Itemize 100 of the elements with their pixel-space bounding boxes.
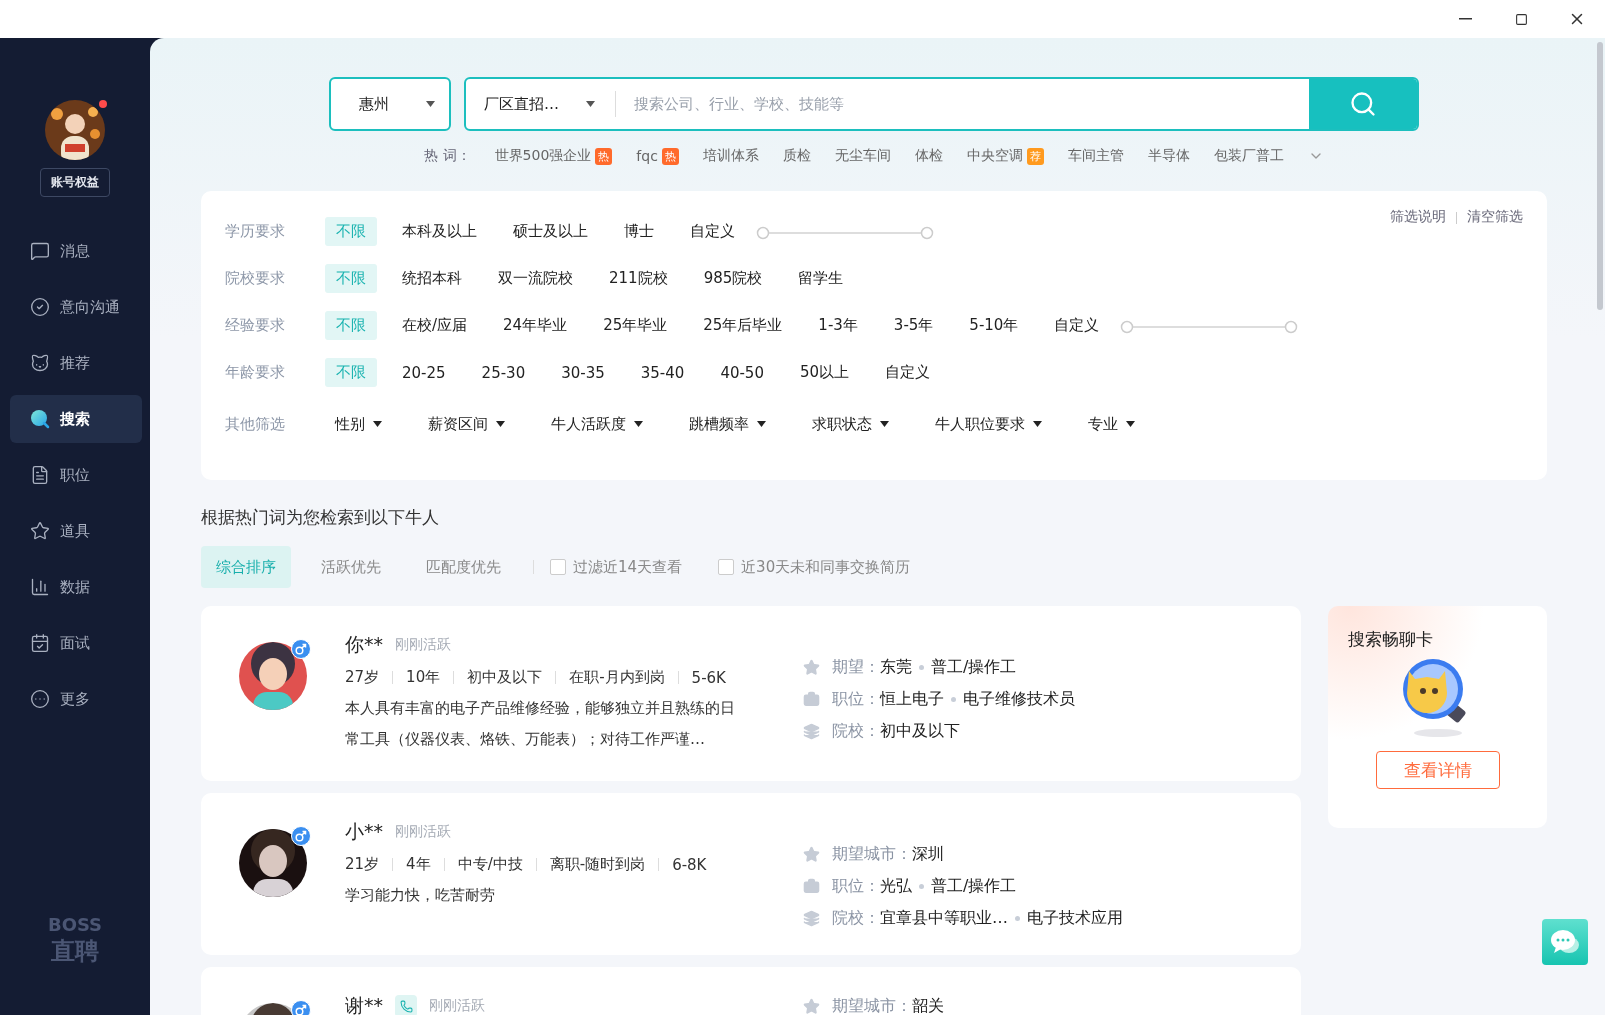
candidate-fact: 在职-月内到岗 (569, 668, 665, 687)
hot-word-link[interactable]: fqc (636, 148, 658, 164)
caret-icon (880, 421, 889, 427)
filter-option[interactable]: 25年毕业 (592, 311, 679, 340)
sidebar-label: 面试 (60, 633, 90, 653)
caret-icon (426, 101, 435, 107)
account-button[interactable]: 账号权益 (40, 168, 110, 197)
hot-word-link[interactable]: 包装厂普工 (1213, 147, 1284, 165)
sidebar-label: 职位 (60, 465, 90, 485)
filter-option[interactable]: 25-30 (470, 358, 537, 387)
star-icon (30, 521, 50, 541)
filter-option[interactable]: 985院校 (692, 264, 774, 293)
filter-option[interactable]: 35-40 (629, 358, 696, 387)
cat-icon (30, 353, 50, 373)
chat-button[interactable] (1542, 919, 1588, 965)
sidebar-item[interactable]: 数据 (10, 563, 142, 611)
logo-text: BOSS (47, 914, 103, 935)
filter-dropdown[interactable]: 性别 (325, 414, 382, 434)
filter-option[interactable]: 双一流院校 (487, 264, 584, 293)
scrollbar[interactable] (1597, 42, 1603, 310)
filter-link[interactable]: 筛选说明 (1390, 208, 1446, 226)
filter-option[interactable]: 211院校 (598, 264, 679, 293)
filter-option[interactable]: 留学生 (787, 264, 855, 293)
sidebar-label: 消息 (60, 241, 90, 261)
candidate-name: 小** (345, 819, 383, 844)
candidate-card[interactable]: 谢** 刚刚活跃 期望城市：韶关 (201, 967, 1301, 1015)
range-slider[interactable] (1120, 318, 1299, 333)
briefcase-icon (803, 690, 820, 708)
filter-option[interactable]: 本科及以上 (391, 217, 488, 246)
filter-option[interactable]: 20-25 (391, 358, 457, 387)
filter-option[interactable]: 25年后毕业 (692, 311, 794, 340)
check-circle-icon (30, 297, 50, 317)
filter-option[interactable]: 统招本科 (391, 264, 473, 293)
filter-option[interactable]: 硕士及以上 (502, 217, 599, 246)
caret-icon (757, 421, 766, 427)
filter-dropdown[interactable]: 专业 (1078, 414, 1135, 434)
detail-value: 初中及以下 (880, 720, 960, 742)
filter-option[interactable]: 在校/应届 (391, 311, 479, 340)
filter-option[interactable]: 50以上 (788, 358, 861, 387)
hot-word-link[interactable]: 车间主管 (1067, 147, 1124, 165)
candidate-card[interactable]: 小** 刚刚活跃 21岁 4年 中专/中技 离职-随时到岗 6-8K 学习能力快，吃苦耐劳 期望城市：深圳 职位：光弘 普工/操作工 院校：宜章县中等职业… 电子技术应用 (201, 793, 1301, 955)
filter-option[interactable]: 1-3年 (807, 311, 869, 340)
hot-word-link[interactable]: 体检 (914, 147, 943, 165)
filter-option[interactable]: 自定义 (874, 358, 942, 387)
filter-option[interactable]: 24年毕业 (492, 311, 579, 340)
filter-option[interactable]: 5-10年 (958, 311, 1030, 340)
filter-option[interactable]: 40-50 (709, 358, 775, 387)
sidebar-item[interactable]: 意向沟通 (10, 283, 142, 331)
search-field[interactable]: 厂区直招… 搜索公司、行业、学校、技能等 (464, 77, 1419, 131)
detail-value: 深圳 (912, 843, 944, 865)
detail-label: 期望： (832, 656, 880, 678)
filter-option[interactable]: 博士 (613, 217, 665, 246)
hot-word-link[interactable]: 世界500强企业 (494, 147, 592, 165)
male-icon (291, 826, 311, 846)
male-icon (291, 639, 311, 659)
filter-option[interactable]: 自定义 (679, 217, 746, 246)
sidebar-label: 推荐 (60, 353, 90, 373)
filter-dropdown[interactable]: 跳槽频率 (679, 414, 766, 434)
sidebar-label: 数据 (60, 577, 90, 597)
sidebar-item[interactable]: 面试 (10, 619, 142, 667)
logo-text: 直聘 (51, 936, 99, 967)
filter-dropdown[interactable]: 牛人职位要求 (925, 414, 1042, 434)
checkbox[interactable] (718, 559, 735, 575)
detail-value: 电子技术应用 (1027, 907, 1123, 929)
hot-word-link[interactable]: 无尘车间 (834, 147, 891, 165)
filter-dropdown[interactable]: 牛人活跃度 (541, 414, 643, 434)
search-button[interactable] (1309, 79, 1417, 129)
sidebar-item[interactable]: 消息 (10, 227, 142, 275)
sidebar-item[interactable]: 职位 (10, 451, 142, 499)
layers-icon (803, 722, 820, 740)
hot-word-link[interactable]: 质检 (782, 147, 811, 165)
detail-value: 宜章县中等职业… (880, 907, 1008, 929)
detail-label: 职位： (832, 688, 880, 710)
filter-dropdown[interactable]: 薪资区间 (418, 414, 505, 434)
checkbox[interactable] (550, 559, 566, 575)
filter-option[interactable]: 3-5年 (882, 311, 945, 340)
candidate-card[interactable]: 你** 刚刚活跃 27岁 10年 初中及以下 在职-月内到岗 5-6K 本人具有丰富的电子产品维修经验，能够独立并且熟练的日常工具（仪器仪表、烙铁、万能表）；对待工作严谨… 期望：东莞 普工/操作工 职位：恒上电子 电子维修技术员 院校：初中及以下 (201, 606, 1301, 781)
sidebar-label: 更多 (60, 689, 90, 709)
hot-word-link[interactable]: 半导体 (1147, 147, 1190, 165)
candidate-fact: 27岁 (345, 668, 380, 687)
candidate-name: 谢** (345, 993, 383, 1015)
hot-word-link[interactable]: 中央空调 (966, 147, 1023, 165)
hot-word-link[interactable]: 培训体系 (702, 147, 759, 165)
filter-label: 院校要求 (225, 269, 286, 288)
range-slider[interactable] (756, 224, 934, 239)
detail-value: 电子维修技术员 (963, 688, 1075, 710)
caret-icon (634, 421, 643, 427)
filter-option[interactable]: 自定义 (1043, 311, 1111, 340)
sidebar-item[interactable]: 搜索 (10, 395, 142, 443)
message-icon (30, 241, 50, 261)
filter-link[interactable]: 清空筛选 (1467, 208, 1523, 226)
filter-dropdown[interactable]: 求职状态 (802, 414, 889, 434)
sidebar-item[interactable]: 道具 (10, 507, 142, 555)
filter-option[interactable]: 30-35 (550, 358, 616, 387)
calendar-icon (30, 633, 50, 653)
city-select[interactable]: 惠州 (329, 77, 451, 131)
sidebar-item[interactable]: 更多 (10, 675, 142, 723)
sidebar-item[interactable]: 推荐 (10, 339, 142, 387)
briefcase-icon (803, 877, 820, 895)
detail-label: 期望城市： (832, 995, 912, 1015)
